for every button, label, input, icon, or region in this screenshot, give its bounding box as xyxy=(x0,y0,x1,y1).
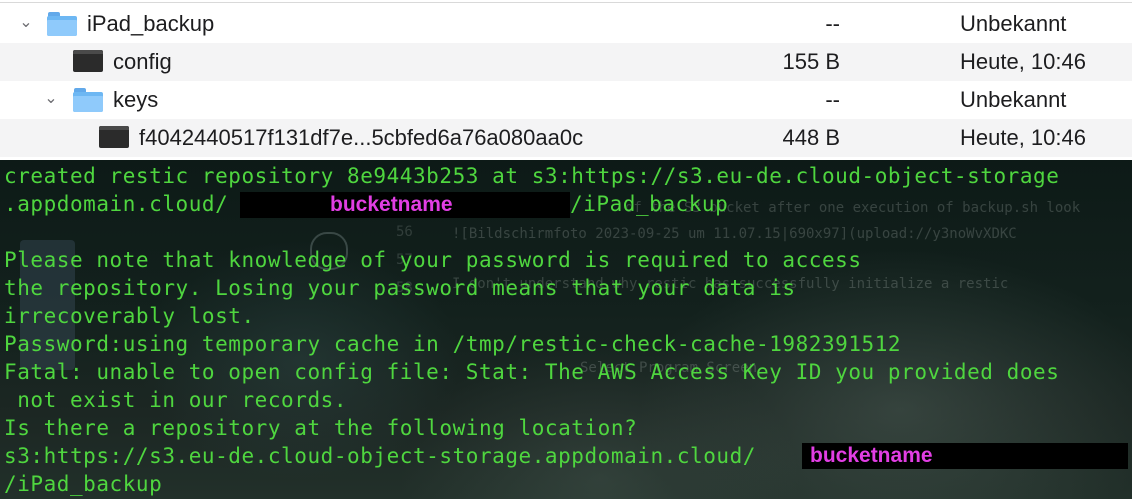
terminal-window[interactable]: 56 57 58 of the S3 bucket after one exec… xyxy=(0,160,1132,499)
list-row-key-file[interactable]: f4042440517f131df7e...5cbfed6a76a080aa0c… xyxy=(0,119,1132,157)
terminal-line: not exist in our records. xyxy=(4,388,348,412)
file-date: Heute, 10:46 xyxy=(960,49,1086,74)
file-date: Unbekannt xyxy=(960,11,1067,36)
file-name: keys xyxy=(113,87,159,112)
terminal-line: .appdomain.cloud/ xyxy=(4,192,229,216)
file-size: 448 B xyxy=(782,125,841,150)
file-date: Unbekannt xyxy=(960,87,1067,112)
terminal-line: created restic repository 8e9443b253 at … xyxy=(4,164,1060,188)
list-row-config[interactable]: config 155 B Heute, 10:46 xyxy=(0,43,1132,81)
file-name: config xyxy=(113,49,172,74)
finder-list: ⌄ iPad_backup -- Unbekannt config 155 B … xyxy=(0,0,1132,158)
redaction-box: bucketname xyxy=(240,192,570,218)
redaction-box: bucketname xyxy=(802,443,1128,469)
file-size: -- xyxy=(825,87,840,112)
bg-line-number: 56 xyxy=(396,224,413,240)
file-date: Heute, 10:46 xyxy=(960,125,1086,150)
terminal-line: the repository. Losing your password mea… xyxy=(4,276,796,300)
redaction-label: bucketname xyxy=(330,193,453,216)
file-size: -- xyxy=(825,11,840,36)
chevron-down-icon[interactable]: ⌄ xyxy=(41,88,61,110)
list-row-keys[interactable]: ⌄ keys -- Unbekannt xyxy=(0,81,1132,119)
chevron-down-icon[interactable]: ⌄ xyxy=(16,12,36,34)
terminal-line: /iPad_backup xyxy=(4,472,163,496)
terminal-line: Password:using temporary cache in /tmp/r… xyxy=(4,332,902,356)
terminal-line: Fatal: unable to open config file: Stat:… xyxy=(4,360,1060,384)
divider xyxy=(0,2,1132,3)
file-size: 155 B xyxy=(782,49,841,74)
terminal-line: irrecoverably lost. xyxy=(4,304,255,328)
terminal-line: Is there a repository at the following l… xyxy=(4,416,638,440)
file-name: iPad_backup xyxy=(87,11,215,36)
list-row-ipad-backup[interactable]: ⌄ iPad_backup -- Unbekannt xyxy=(0,5,1132,43)
file-name: f4042440517f131df7e...5cbfed6a76a080aa0c xyxy=(139,125,584,150)
redaction-label: bucketname xyxy=(810,444,933,467)
terminal-line-suffix: /iPad_backup xyxy=(570,192,729,216)
terminal-line: s3:https://s3.eu-de.cloud-object-storage… xyxy=(4,444,757,468)
bg-text: ![Bildschirmfoto 2023-09-25 um 11.07.15|… xyxy=(452,226,1017,242)
terminal-line: Please note that knowledge of your passw… xyxy=(4,248,862,272)
